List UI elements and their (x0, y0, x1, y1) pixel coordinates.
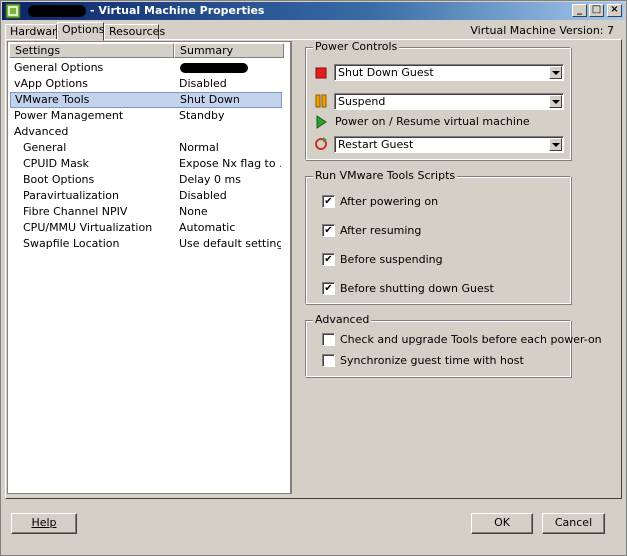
cancel-button[interactable]: Cancel (542, 513, 605, 534)
scripts-group-label: Run VMware Tools Scripts (313, 169, 458, 182)
vmware-tools-settings: Power Controls Shut Down Guest Suspend P… (291, 40, 621, 494)
tab-options[interactable]: Options (57, 22, 104, 41)
list-item-cpuid-mask[interactable]: CPUID Mask Expose Nx flag to ... (10, 156, 282, 172)
list-item-paravirtualization[interactable]: Paravirtualization Disabled (10, 188, 282, 204)
setting-summary: Use default settings (179, 237, 281, 250)
redacted-summary (180, 63, 248, 73)
scripts-group: Run VMware Tools Scripts ✔ After powerin… (305, 169, 571, 304)
pause-icon (315, 94, 327, 108)
reset-action-value: Restart Guest (338, 138, 414, 151)
stop-action-select[interactable]: Shut Down Guest (334, 64, 564, 81)
setting-name: Paravirtualization (23, 189, 119, 202)
setting-name: General Options (14, 61, 104, 74)
check-icon[interactable]: ✔ (322, 253, 335, 266)
list-item-boot-options[interactable]: Boot Options Delay 0 ms (10, 172, 282, 188)
play-icon (316, 115, 327, 129)
setting-summary: None (179, 205, 208, 218)
checkbox-label: After resuming (340, 224, 422, 237)
setting-name: Fibre Channel NPIV (23, 205, 128, 218)
suspend-action-select[interactable]: Suspend (334, 93, 564, 110)
setting-name: General (23, 141, 67, 154)
suspend-action-value: Suspend (338, 95, 386, 108)
setting-summary: Disabled (179, 77, 227, 90)
list-item-power-management[interactable]: Power Management Standby (10, 108, 282, 124)
power-controls-group: Power Controls Shut Down Guest Suspend P… (305, 40, 571, 160)
vm-properties-window: - Virtual Machine Properties _ □ × Hardw… (0, 0, 627, 556)
setting-name: CPU/MMU Virtualization (23, 221, 153, 234)
checkbox-label: Before suspending (340, 253, 443, 266)
list-item-general[interactable]: General Normal (10, 140, 282, 156)
check-icon[interactable]: ✔ (322, 195, 335, 208)
setting-name: Boot Options (23, 173, 95, 186)
list-item-vmware-tools[interactable]: VMware Tools Shut Down (10, 92, 282, 108)
chevron-down-icon[interactable] (549, 95, 562, 108)
advanced-group: Advanced Check and upgrade Tools before … (305, 313, 602, 377)
vm-version-label: Virtual Machine Version: 7 (470, 24, 614, 37)
setting-summary: Delay 0 ms (179, 173, 241, 186)
setting-name: vApp Options (14, 77, 88, 90)
check-icon[interactable]: ✔ (322, 224, 335, 237)
power-controls-label: Power Controls (313, 40, 400, 53)
setting-summary: Disabled (179, 189, 227, 202)
maximize-button[interactable]: □ (589, 4, 604, 17)
setting-summary: Automatic (179, 221, 236, 234)
stop-icon (315, 67, 327, 79)
advanced-group-label: Advanced (313, 313, 372, 326)
list-item-fibre-channel-npiv[interactable]: Fibre Channel NPIV None (10, 204, 282, 220)
minimize-button[interactable]: _ (572, 4, 587, 17)
check-icon[interactable]: ✔ (322, 282, 335, 295)
checkbox-label: Check and upgrade Tools before each powe… (340, 333, 602, 346)
setting-name: CPUID Mask (23, 157, 89, 170)
checkbox-box[interactable] (322, 354, 335, 367)
close-button[interactable]: × (607, 4, 622, 17)
list-item-advanced[interactable]: Advanced (10, 124, 282, 140)
tab-resources[interactable]: Resources (104, 24, 165, 40)
setting-summary: Shut Down (180, 93, 240, 106)
title-bar[interactable]: - Virtual Machine Properties _ □ × (2, 2, 625, 20)
setting-name: Advanced (14, 125, 69, 138)
column-header-settings[interactable]: Settings (9, 43, 174, 58)
list-item-swapfile-location[interactable]: Swapfile Location Use default settings (10, 236, 282, 252)
checkbox-box[interactable] (322, 333, 335, 346)
column-header-summary[interactable]: Summary (174, 43, 284, 58)
checkbox-label: Synchronize guest time with host (340, 354, 524, 367)
window-title: - Virtual Machine Properties (90, 4, 265, 17)
setting-summary: Standby (179, 109, 225, 122)
chevron-down-icon[interactable] (549, 138, 562, 151)
tab-hardware[interactable]: Hardware (5, 24, 63, 40)
setting-name: Swapfile Location (23, 237, 120, 250)
reset-icon (315, 137, 327, 150)
list-item-general-options[interactable]: General Options (10, 60, 282, 76)
power-on-label: Power on / Resume virtual machine (335, 115, 530, 128)
list-item-vapp-options[interactable]: vApp Options Disabled (10, 76, 282, 92)
checkbox-label: Before shutting down Guest (340, 282, 494, 295)
settings-list[interactable]: Settings Summary General Options vApp Op… (7, 41, 291, 494)
help-button[interactable]: Help (11, 513, 77, 534)
setting-summary: Expose Nx flag to ... (179, 157, 281, 170)
checkbox-label: After powering on (340, 195, 439, 208)
list-item-cpu-mmu-virtualization[interactable]: CPU/MMU Virtualization Automatic (10, 220, 282, 236)
setting-summary: Normal (179, 141, 219, 154)
vm-app-icon (5, 3, 21, 19)
chevron-down-icon[interactable] (549, 66, 562, 79)
setting-name: Power Management (14, 109, 124, 122)
stop-action-value: Shut Down Guest (338, 66, 434, 79)
reset-action-select[interactable]: Restart Guest (334, 136, 564, 153)
ok-button[interactable]: OK (471, 513, 533, 534)
setting-name: VMware Tools (15, 93, 90, 106)
help-button-label: Help (31, 516, 57, 529)
title-redacted-name (28, 5, 86, 17)
